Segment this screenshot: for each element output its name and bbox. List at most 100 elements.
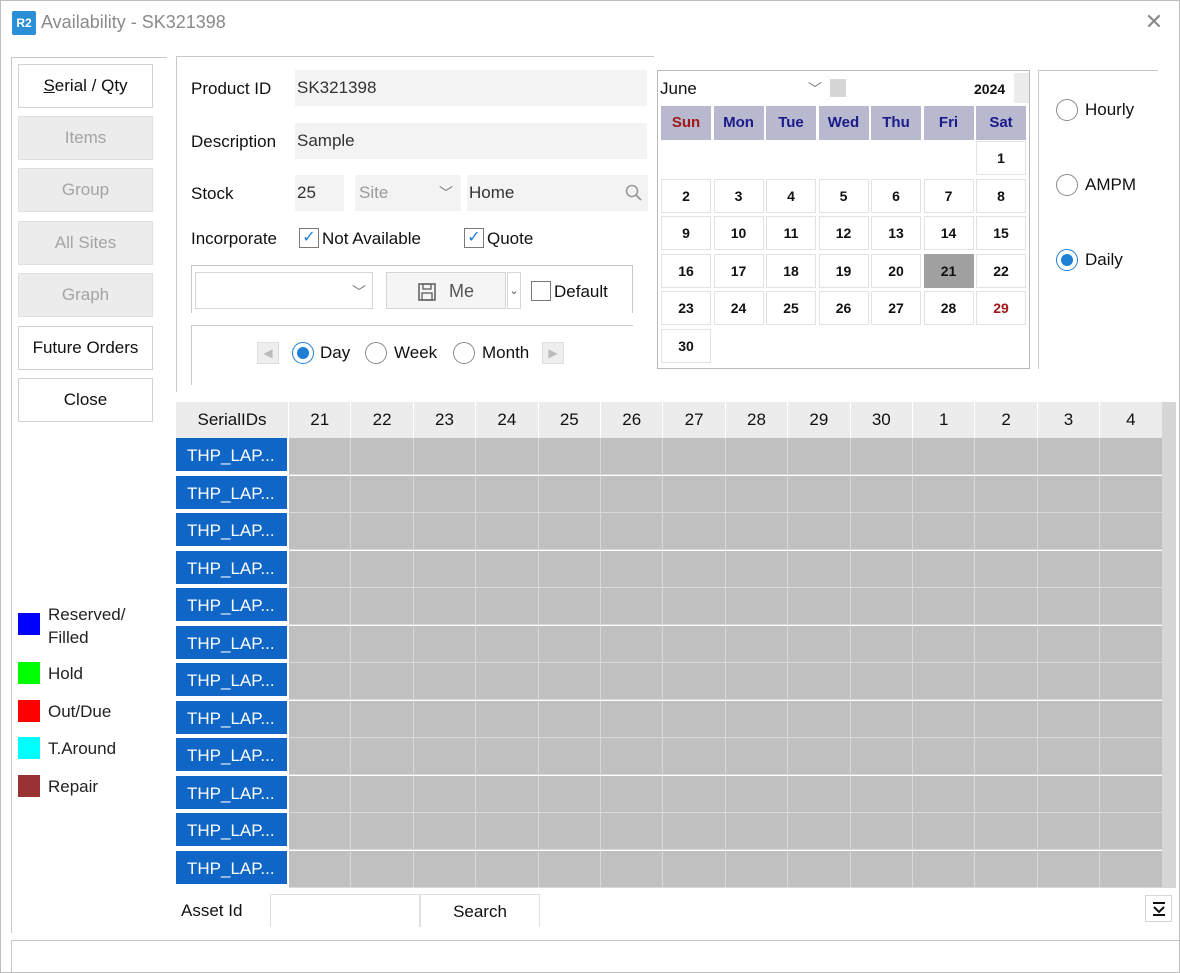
availability-cell[interactable] [413, 438, 477, 475]
availability-cell[interactable] [1100, 475, 1163, 513]
group-button[interactable]: Group [18, 168, 153, 212]
availability-cell[interactable] [1100, 513, 1163, 550]
availability-cell[interactable] [476, 513, 539, 550]
availability-cell[interactable] [725, 513, 789, 550]
calendar-day[interactable]: 17 [713, 253, 764, 288]
availability-cell[interactable] [538, 775, 601, 813]
availability-cell[interactable] [1100, 775, 1163, 813]
availability-cell[interactable] [975, 700, 1038, 738]
availability-cell[interactable] [788, 475, 851, 513]
availability-cell[interactable] [975, 738, 1038, 775]
availability-cell[interactable] [601, 663, 664, 700]
availability-cell[interactable] [413, 588, 477, 625]
availability-cell[interactable] [289, 738, 352, 775]
availability-cell[interactable] [601, 550, 664, 588]
availability-cell[interactable] [663, 588, 726, 625]
calendar-day[interactable]: 2 [661, 178, 711, 213]
calendar-day[interactable]: 26 [818, 291, 869, 325]
save-view-button[interactable]: Me [386, 272, 506, 309]
availability-cell[interactable] [1037, 513, 1101, 550]
availability-cell[interactable] [1037, 700, 1101, 738]
calendar-day[interactable]: 21 [923, 253, 974, 288]
items-button[interactable]: Items [18, 116, 153, 160]
calendar-day[interactable]: 27 [871, 291, 921, 325]
availability-cell[interactable] [289, 775, 352, 813]
date-column-header[interactable]: 24 [476, 402, 539, 438]
availability-cell[interactable] [1037, 663, 1101, 700]
grid-scrollbar[interactable] [1162, 402, 1176, 888]
date-column-header[interactable]: 4 [1100, 402, 1163, 438]
availability-cell[interactable] [601, 588, 664, 625]
availability-cell[interactable] [413, 475, 477, 513]
availability-cell[interactable] [413, 663, 477, 700]
availability-cell[interactable] [413, 775, 477, 813]
availability-cell[interactable] [289, 850, 352, 888]
availability-cell[interactable] [1037, 738, 1101, 775]
availability-cell[interactable] [913, 700, 976, 738]
availability-cell[interactable] [1100, 813, 1163, 850]
location-field[interactable]: Home [467, 175, 648, 211]
calendar-day[interactable]: 14 [923, 216, 974, 250]
serial-ids-header[interactable]: SerialIDs [176, 402, 289, 438]
availability-cell[interactable] [289, 438, 352, 475]
availability-cell[interactable] [913, 625, 976, 663]
availability-cell[interactable] [413, 738, 477, 775]
availability-cell[interactable] [413, 550, 477, 588]
availability-cell[interactable] [788, 588, 851, 625]
availability-cell[interactable] [1100, 550, 1163, 588]
availability-cell[interactable] [850, 513, 913, 550]
availability-cell[interactable] [850, 588, 913, 625]
availability-cell[interactable] [913, 588, 976, 625]
availability-cell[interactable] [913, 550, 976, 588]
availability-cell[interactable] [538, 850, 601, 888]
availability-cell[interactable] [351, 475, 414, 513]
availability-cell[interactable] [725, 438, 789, 475]
availability-cell[interactable] [538, 550, 601, 588]
availability-cell[interactable] [289, 663, 352, 700]
availability-cell[interactable] [975, 813, 1038, 850]
calendar-day[interactable]: 23 [661, 291, 711, 325]
calendar-day[interactable]: 15 [976, 216, 1026, 250]
calendar-day[interactable]: 25 [766, 291, 816, 325]
availability-cell[interactable] [725, 475, 789, 513]
availability-cell[interactable] [289, 475, 352, 513]
serial-qty-button[interactable]: Serial / Qty [18, 64, 153, 108]
availability-cell[interactable] [289, 625, 352, 663]
availability-cell[interactable] [725, 588, 789, 625]
future-orders-button[interactable]: Future Orders [18, 326, 153, 370]
availability-cell[interactable] [725, 550, 789, 588]
availability-cell[interactable] [601, 438, 664, 475]
prev-arrow-icon[interactable]: ◀ [257, 342, 279, 364]
date-column-header[interactable]: 1 [913, 402, 976, 438]
availability-cell[interactable] [663, 475, 726, 513]
date-column-header[interactable]: 23 [413, 402, 477, 438]
availability-cell[interactable] [913, 813, 976, 850]
availability-cell[interactable] [476, 663, 539, 700]
period-ampm-radio[interactable] [1056, 174, 1078, 196]
calendar-day[interactable]: 16 [661, 253, 711, 288]
availability-cell[interactable] [351, 588, 414, 625]
view-month-radio[interactable] [453, 342, 475, 364]
availability-cell[interactable] [1100, 738, 1163, 775]
save-dropdown-chevron-icon[interactable]: ⌄ [507, 272, 521, 309]
calendar-day[interactable]: 4 [766, 178, 816, 213]
view-select[interactable]: ﹀ [195, 272, 373, 309]
availability-cell[interactable] [351, 813, 414, 850]
availability-cell[interactable] [476, 738, 539, 775]
availability-cell[interactable] [601, 813, 664, 850]
availability-cell[interactable] [788, 850, 851, 888]
availability-cell[interactable] [1037, 475, 1101, 513]
availability-cell[interactable] [913, 663, 976, 700]
availability-cell[interactable] [725, 700, 789, 738]
availability-cell[interactable] [975, 663, 1038, 700]
calendar-day[interactable]: 22 [976, 253, 1026, 288]
availability-cell[interactable] [476, 850, 539, 888]
availability-cell[interactable] [975, 588, 1038, 625]
calendar-day[interactable]: 12 [818, 216, 869, 250]
calendar-day[interactable]: 20 [871, 253, 921, 288]
availability-cell[interactable] [975, 625, 1038, 663]
serial-row-label[interactable]: THP_LAP... [176, 588, 287, 623]
all-sites-button[interactable]: All Sites [18, 221, 153, 265]
calendar-day[interactable]: 11 [766, 216, 816, 250]
availability-cell[interactable] [601, 513, 664, 550]
